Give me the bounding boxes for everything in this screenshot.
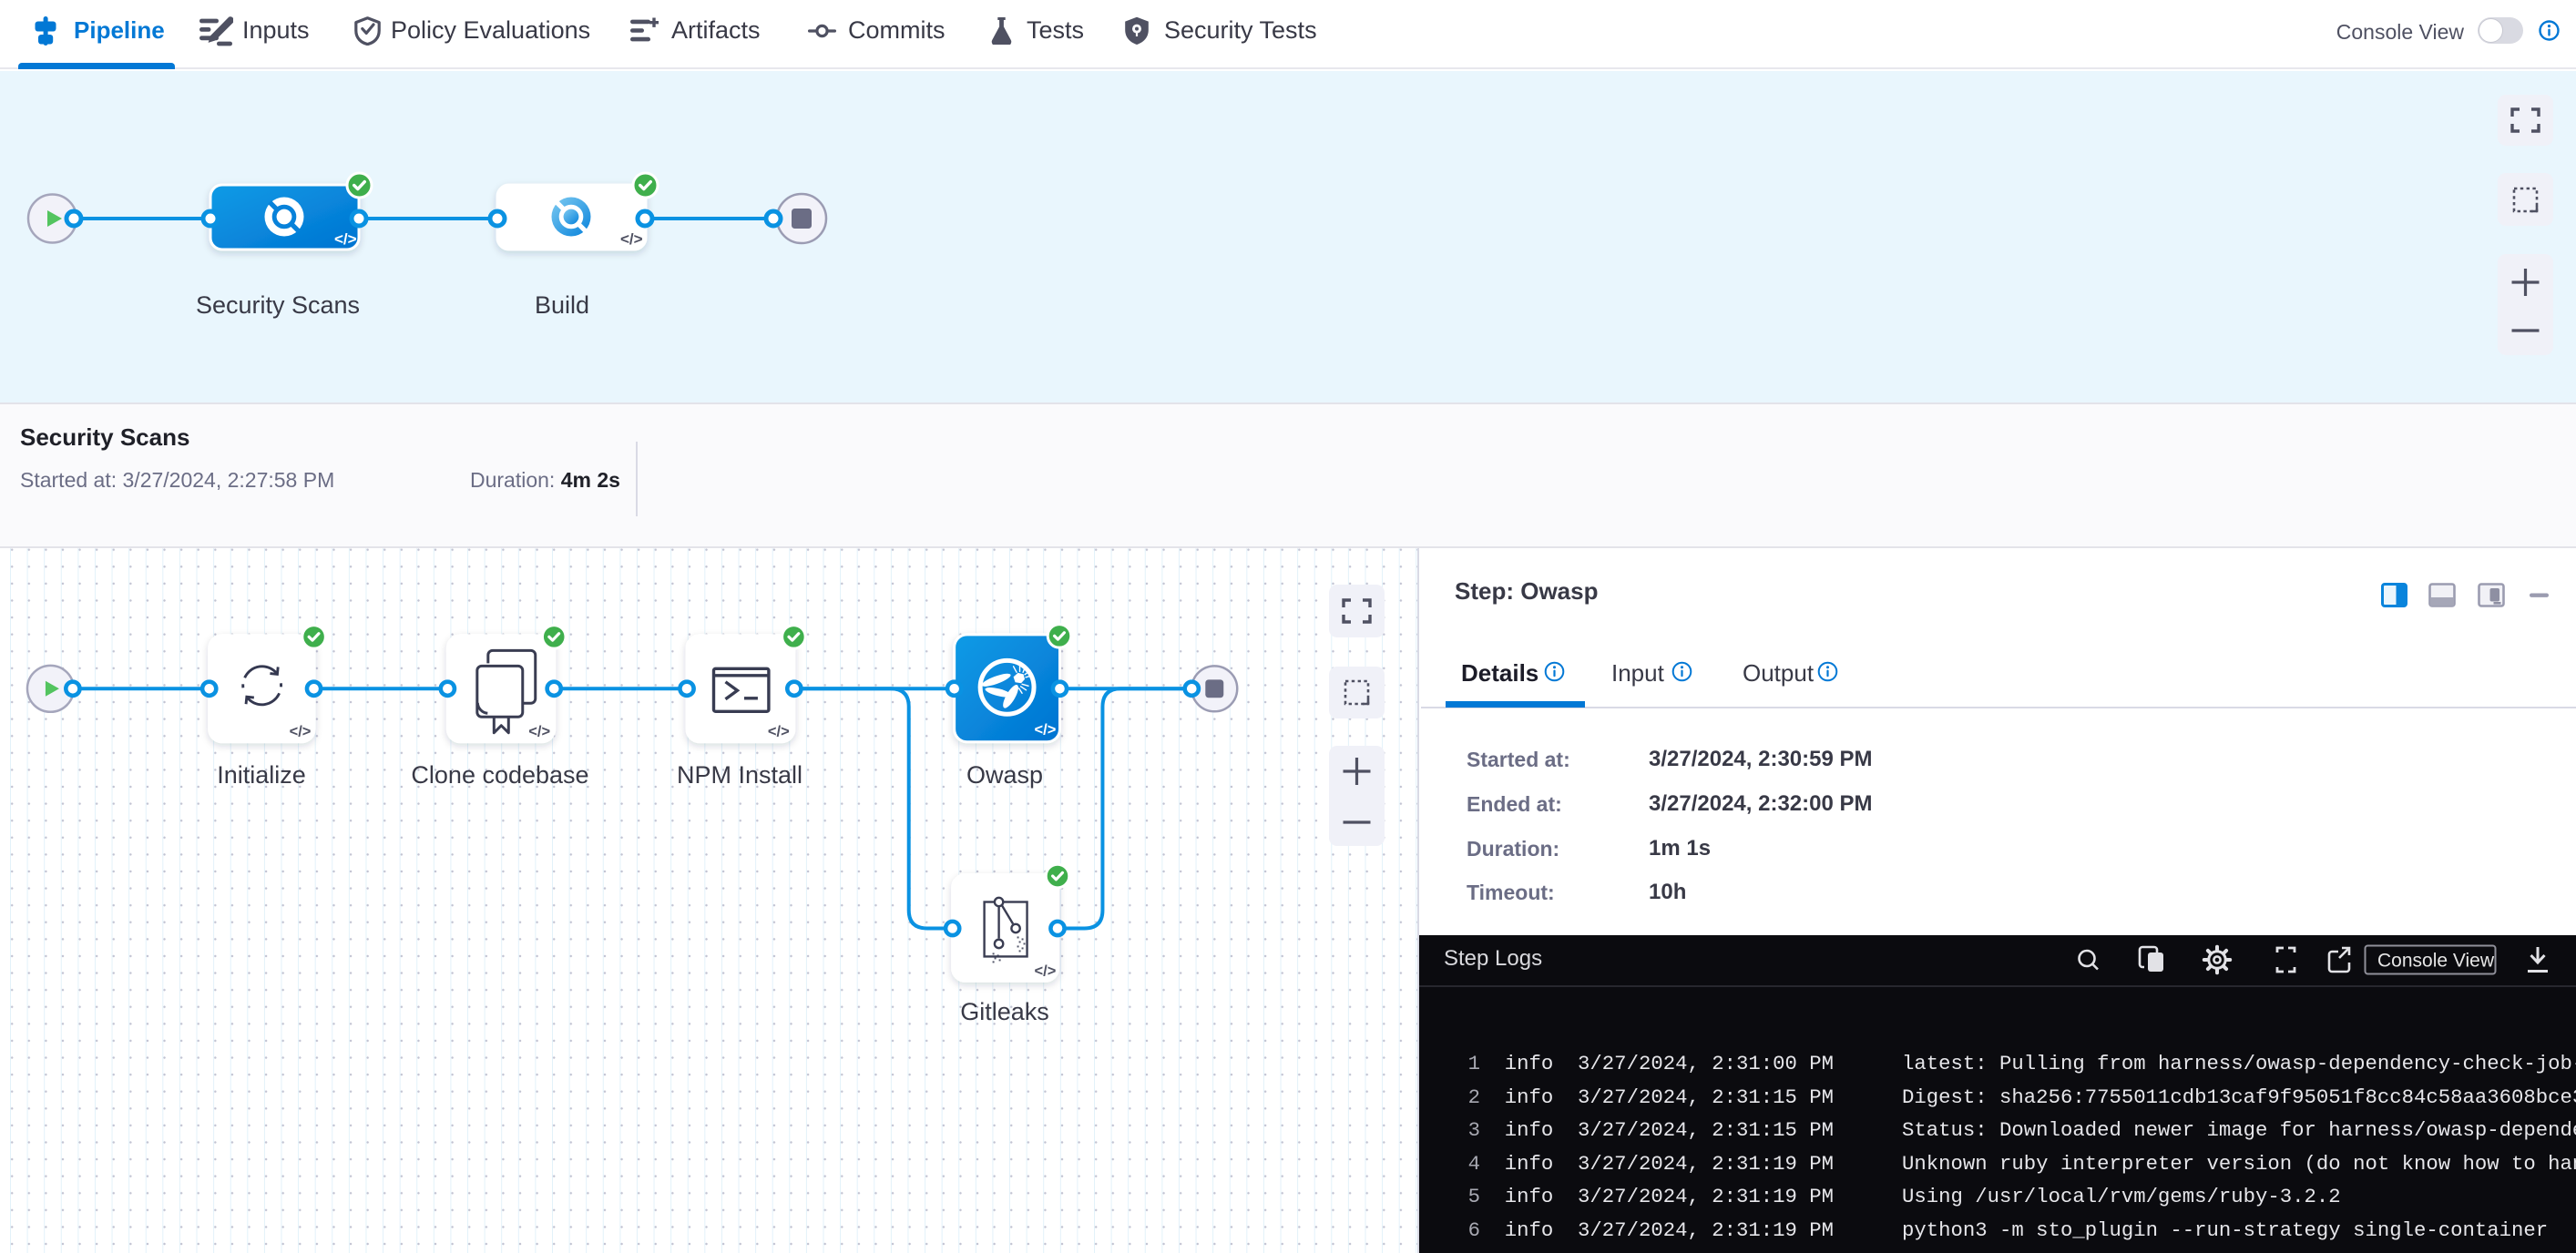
svg-text:</>: </>	[620, 230, 643, 248]
svg-text:</>: </>	[528, 724, 550, 740]
svg-text:Console View: Console View	[2377, 951, 2495, 972]
svg-text:</>: </>	[290, 724, 312, 740]
svg-text:</>: </>	[768, 724, 790, 740]
svg-text:</>: </>	[334, 230, 357, 248]
svg-text:</>: </>	[1035, 722, 1057, 739]
svg-text:</>: </>	[1035, 963, 1057, 979]
